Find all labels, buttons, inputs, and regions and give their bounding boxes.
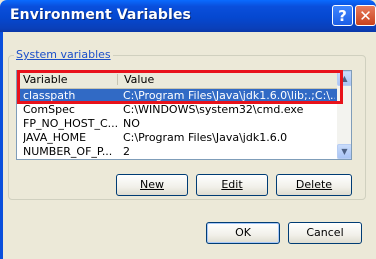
variable-cell: ComSpec: [23, 103, 75, 116]
variable-cell: FP_NO_HOST_C...: [23, 117, 119, 130]
delete-button[interactable]: Delete: [276, 174, 352, 196]
scroll-down-arrow-icon[interactable]: ▼: [337, 144, 351, 159]
environment-variables-dialog: Environment Variables ? ✕ System variabl…: [0, 0, 376, 259]
table-row[interactable]: NUMBER_OF_P... 2: [17, 145, 337, 159]
edit-button[interactable]: Edit: [196, 174, 268, 196]
cancel-button[interactable]: Cancel: [288, 222, 362, 244]
table-row[interactable]: JAVA_HOME C:\Program Files\Java\jdk1.6.0: [17, 131, 337, 145]
value-cell: C:\WINDOWS\system32\cmd.exe: [123, 103, 304, 116]
value-cell: NO: [123, 117, 140, 130]
table-row[interactable]: ComSpec C:\WINDOWS\system32\cmd.exe: [17, 103, 337, 117]
variable-cell: JAVA_HOME: [23, 131, 87, 144]
help-button[interactable]: ?: [332, 5, 353, 26]
table-row[interactable]: FP_NO_HOST_C... NO: [17, 117, 337, 131]
value-cell: 2: [123, 145, 130, 158]
red-highlight-box: [17, 70, 343, 104]
variable-cell: NUMBER_OF_P...: [23, 145, 113, 158]
window-title: Environment Variables: [10, 7, 191, 23]
new-button[interactable]: New: [116, 174, 188, 196]
system-variables-label: System variables: [14, 48, 113, 61]
close-button[interactable]: ✕: [355, 5, 376, 26]
ok-button[interactable]: OK: [206, 222, 280, 244]
value-cell: C:\Program Files\Java\jdk1.6.0: [123, 131, 288, 144]
title-bar[interactable]: Environment Variables ? ✕: [0, 0, 376, 32]
